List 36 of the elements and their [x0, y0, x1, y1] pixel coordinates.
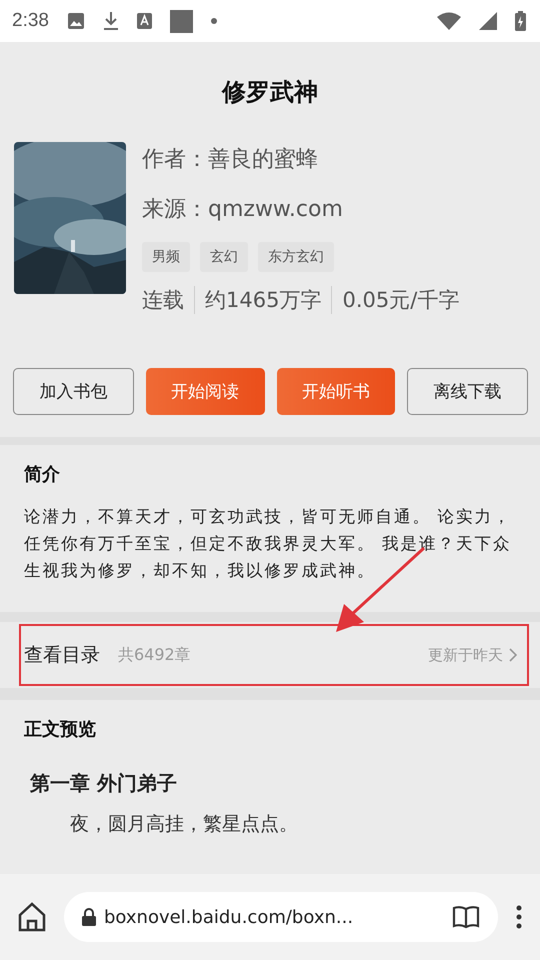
font-icon	[136, 13, 152, 29]
genre-tag: 东方玄幻	[258, 242, 334, 272]
book-title: 修罗武神	[220, 77, 319, 108]
wifi-icon	[437, 12, 461, 30]
menu-icon[interactable]	[516, 905, 522, 929]
intro-heading: 简介	[24, 463, 61, 487]
source-text: 来源：qmzww.com	[142, 196, 344, 224]
chevron-icon	[509, 648, 517, 662]
image-icon	[66, 12, 85, 30]
address-bar[interactable]: boxnovel.baidu.com/boxn...	[64, 892, 498, 942]
url-text: boxnovel.baidu.com/boxn...	[104, 906, 354, 928]
update-time: 更新于昨天	[428, 646, 503, 664]
battery-icon	[515, 11, 526, 31]
author-text: 作者：善良的蜜蜂	[142, 146, 319, 174]
lock-icon	[82, 908, 96, 926]
catalogue-label: 查看目录	[24, 643, 100, 668]
status-time: 2:38	[12, 10, 49, 32]
chapter-text: 夜，圆月高挂，繁星点点。	[70, 812, 299, 837]
catalogue-row[interactable]: 查看目录 共6492章 更新于昨天	[19, 624, 529, 686]
action-button[interactable]: 加入书包	[13, 368, 134, 415]
book-stat: 0.05元/千字	[331, 286, 470, 314]
chapter-count: 共6492章	[118, 644, 191, 666]
action-button[interactable]: 离线下载	[407, 368, 528, 415]
book-icon[interactable]	[452, 905, 480, 929]
home-icon[interactable]	[18, 902, 46, 932]
download-icon	[102, 11, 119, 31]
intro-text: 论潜力，不算天才，可玄功武技，皆可无师自通。 论实力，任凭你有万千至宝，但定不敌我界灵大军。 我是谁？天下众生视我为修罗，却不知，我以修罗成武神。	[24, 506, 513, 582]
dot-icon	[210, 18, 217, 24]
preview-heading: 正文预览	[24, 718, 97, 742]
book-stat: 约1465万字	[194, 286, 332, 314]
book-stat: 连载	[142, 287, 185, 314]
chapter-title: 第一章 外门弟子	[30, 770, 178, 797]
genre-tag: 男频	[142, 242, 190, 272]
square-icon	[170, 10, 193, 32]
signal-icon	[479, 12, 497, 30]
genre-tag: 玄幻	[200, 242, 248, 272]
